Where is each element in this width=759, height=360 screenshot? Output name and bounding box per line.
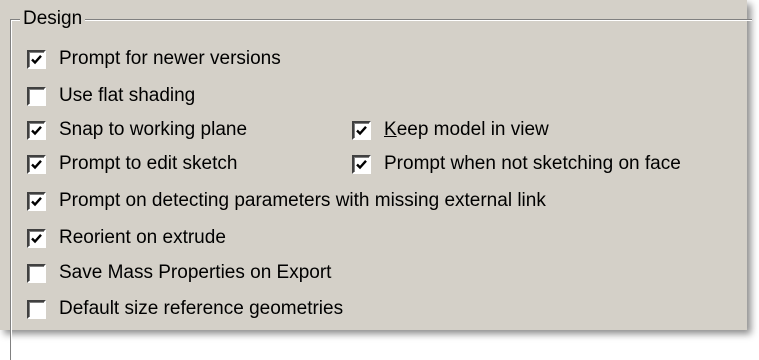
checkmark-icon bbox=[31, 233, 42, 243]
checkmark-icon bbox=[356, 125, 367, 135]
checkbox-box[interactable] bbox=[352, 120, 371, 140]
keep-model-in-view-checkbox[interactable]: Keep model in view bbox=[352, 118, 549, 142]
checkbox-label: Prompt for newer versions bbox=[59, 48, 281, 69]
checkmark-icon bbox=[31, 125, 42, 135]
checkbox-box[interactable] bbox=[352, 154, 371, 174]
checkbox-box[interactable] bbox=[27, 228, 46, 248]
prompt-to-edit-sketch-checkbox[interactable]: Prompt to edit sketch bbox=[27, 152, 237, 176]
use-flat-shading-checkbox[interactable]: Use flat shading bbox=[27, 84, 195, 108]
checkbox-box[interactable] bbox=[27, 49, 46, 69]
reorient-on-extrude-checkbox[interactable]: Reorient on extrude bbox=[27, 226, 226, 250]
default-size-reference-geometries-checkbox[interactable]: Default size reference geometries bbox=[27, 297, 343, 321]
checkmark-icon bbox=[356, 159, 367, 169]
snap-to-working-plane-checkbox[interactable]: Snap to working plane bbox=[27, 118, 247, 142]
checkmark-icon bbox=[31, 54, 42, 64]
checkbox-box[interactable] bbox=[27, 299, 46, 319]
group-title: Design bbox=[20, 8, 86, 30]
checkbox-label: Default size reference geometries bbox=[59, 298, 344, 319]
prompt-when-not-sketching-on-face-checkbox[interactable]: Prompt when not sketching on face bbox=[352, 152, 681, 176]
checkbox-label: Prompt on detecting parameters with miss… bbox=[59, 190, 546, 211]
checkmark-icon bbox=[31, 196, 42, 206]
checkmark-icon bbox=[31, 159, 42, 169]
checkbox-label: Snap to working plane bbox=[59, 119, 248, 140]
checkbox-label: Prompt to edit sketch bbox=[59, 153, 238, 174]
checkbox-label: Save Mass Properties on Export bbox=[59, 262, 332, 283]
save-mass-properties-on-export-checkbox[interactable]: Save Mass Properties on Export bbox=[27, 261, 331, 285]
checkbox-box[interactable] bbox=[27, 263, 46, 283]
checkbox-label: Reorient on extrude bbox=[59, 227, 226, 248]
accelerator-rest: eep model in view bbox=[396, 119, 549, 140]
checkbox-box[interactable] bbox=[27, 191, 46, 211]
checkbox-box[interactable] bbox=[27, 120, 46, 140]
accelerator-key: K bbox=[384, 119, 397, 140]
checkbox-label: Prompt when not sketching on face bbox=[384, 153, 681, 174]
checkbox-box[interactable] bbox=[27, 86, 46, 106]
prompt-for-newer-versions-checkbox[interactable]: Prompt for newer versions bbox=[27, 47, 281, 71]
checkbox-label: Use flat shading bbox=[59, 85, 196, 106]
checkbox-box[interactable] bbox=[27, 154, 46, 174]
design-options-panel: Design Prompt for newer versions Use fla… bbox=[0, 0, 752, 360]
prompt-on-detecting-parameters-checkbox[interactable]: Prompt on detecting parameters with miss… bbox=[27, 189, 546, 213]
checkbox-label: Keep model in view bbox=[384, 118, 549, 142]
